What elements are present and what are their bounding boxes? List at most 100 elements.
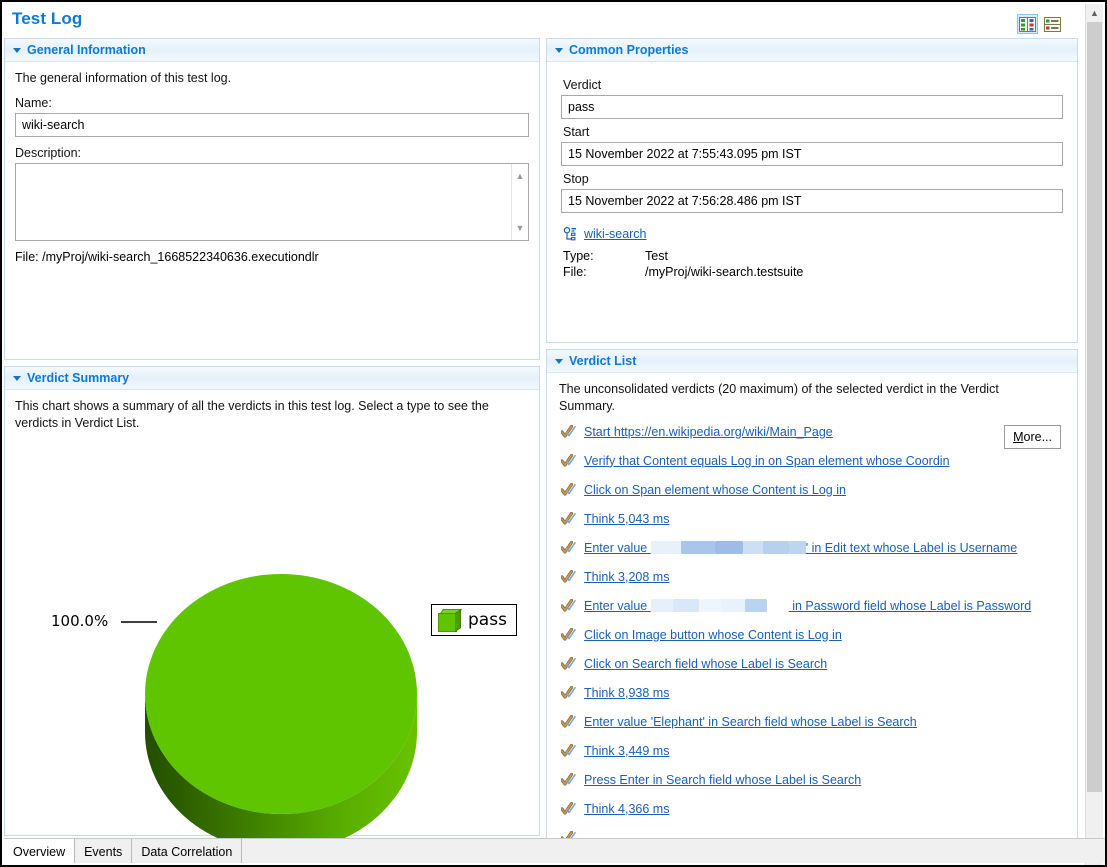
two-column-layout-icon — [1019, 16, 1036, 32]
verdict-summary-title: Verdict Summary — [27, 371, 130, 385]
general-information-header[interactable]: General Information — [5, 39, 539, 62]
legend-label-pass: pass — [468, 610, 507, 630]
verdict-pass-icon — [561, 628, 576, 641]
verdict-list-item[interactable]: Click on Span element whose Content is L… — [559, 475, 1067, 504]
description-scrollbar[interactable]: ▲ ▼ — [511, 164, 528, 240]
collapse-triangle-icon[interactable] — [13, 375, 21, 381]
verdict-list-item[interactable]: Verify that Content equals Log in on Spa… — [559, 446, 1067, 475]
single-column-layout-button[interactable] — [1042, 14, 1063, 34]
common-properties-header[interactable]: Common Properties — [547, 39, 1077, 62]
verdict-list-description: The unconsolidated verdicts (20 maximum)… — [559, 382, 999, 413]
single-column-layout-icon — [1044, 16, 1061, 32]
redacted-value — [650, 540, 681, 554]
tab-events[interactable]: Events — [75, 839, 133, 863]
verdict-link[interactable]: Click on Search field whose Label is Sea… — [584, 657, 827, 671]
verdict-pass-icon — [561, 744, 576, 757]
verdict-pass-icon — [561, 715, 576, 728]
general-information-section: General Information The general informat… — [4, 38, 540, 360]
general-file-label: File: — [15, 250, 39, 264]
general-file-value: /myProj/wiki-search_1668522340636.execut… — [42, 250, 319, 264]
verdict-summary-description: This chart shows a summary of all the ve… — [15, 399, 489, 430]
test-suite-link[interactable]: wiki-search — [584, 227, 647, 241]
type-value: Test — [645, 249, 668, 263]
verdict-link[interactable]: Enter value in Password field whose Labe… — [584, 598, 1031, 613]
verdict-list-item[interactable]: Enter value 'Elephant' in Search field w… — [559, 707, 1067, 736]
stop-input[interactable]: 15 November 2022 at 7:56:28.486 pm IST — [561, 189, 1063, 213]
verdict-pass-icon — [561, 483, 576, 496]
scrollbar-thumb[interactable] — [1087, 22, 1102, 792]
redacted-value — [714, 540, 743, 554]
redacted-value — [720, 598, 745, 612]
scroll-up-icon[interactable]: ▲ — [1086, 4, 1103, 21]
collapse-triangle-icon[interactable] — [13, 47, 21, 53]
verdict-list-item[interactable]: Think 4,366 ms — [559, 794, 1067, 823]
verdict-list-section: Verdict List The unconsolidated verdicts… — [546, 349, 1078, 841]
collapse-triangle-icon[interactable] — [555, 358, 563, 364]
start-label: Start — [563, 125, 590, 139]
general-information-description: The general information of this test log… — [15, 71, 232, 85]
verdict-list-item[interactable]: Think 8,938 ms — [559, 678, 1067, 707]
description-scroll-up-icon[interactable]: ▲ — [512, 168, 528, 184]
verdict-summary-body: This chart shows a summary of all the ve… — [5, 390, 539, 852]
verdict-link[interactable]: Think 4,366 ms — [584, 802, 669, 816]
name-input[interactable]: wiki-search — [15, 113, 529, 137]
verdict-summary-pie-chart[interactable]: 100.0% pass — [15, 432, 529, 852]
page-title: Test Log — [12, 9, 83, 28]
verdict-pass-icon — [561, 570, 576, 583]
redacted-value — [744, 598, 767, 612]
description-label: Description: — [15, 146, 81, 160]
tab-overview[interactable]: Overview — [4, 839, 76, 863]
common-properties-body: Verdict pass Start 15 November 2022 at 7… — [547, 62, 1077, 287]
verdict-link[interactable]: Think 5,043 ms — [584, 512, 669, 526]
verdict-link[interactable]: Click on Image button whose Content is L… — [584, 628, 842, 642]
test-log-window: Test Log ▲ General Information The gener… — [0, 0, 1107, 867]
description-textarea[interactable]: ▲ ▼ — [15, 163, 529, 241]
verdict-list-body: The unconsolidated verdicts (20 maximum)… — [547, 373, 1077, 841]
redacted-value — [672, 598, 699, 612]
verdict-summary-header[interactable]: Verdict Summary — [5, 367, 539, 390]
verdict-list-item[interactable]: Click on Search field whose Label is Sea… — [559, 649, 1067, 678]
verdict-list-item[interactable]: Click on Image button whose Content is L… — [559, 620, 1067, 649]
verdict-link[interactable]: Think 8,938 ms — [584, 686, 669, 700]
verdict-list-item[interactable]: Start https://en.wikipedia.org/wiki/Main… — [559, 417, 1067, 446]
verdict-list-header[interactable]: Verdict List — [547, 350, 1077, 373]
page-vertical-scrollbar[interactable]: ▲ ▼ — [1085, 4, 1103, 865]
general-file-line: File: /myProj/wiki-search_1668522340636.… — [15, 250, 529, 264]
start-input[interactable]: 15 November 2022 at 7:55:43.095 pm IST — [561, 142, 1063, 166]
verdict-summary-section: Verdict Summary This chart shows a summa… — [4, 366, 540, 850]
redacted-value — [680, 540, 715, 554]
verdict-list-item[interactable]: Think 3,208 ms — [559, 562, 1067, 591]
verdict-link[interactable]: Press Enter in Search field whose Label … — [584, 773, 861, 787]
verdict-pass-icon — [561, 454, 576, 467]
name-label: Name: — [15, 96, 52, 110]
chart-legend: pass — [431, 604, 517, 636]
verdict-list-item[interactable]: Enter value in Password field whose Labe… — [559, 591, 1067, 620]
verdict-link[interactable]: Click on Span element whose Content is L… — [584, 483, 846, 497]
type-row: Type: Test — [563, 249, 1063, 263]
verdict-pass-icon — [561, 512, 576, 525]
redacted-value — [762, 540, 789, 554]
description-scroll-down-icon[interactable]: ▼ — [512, 220, 528, 236]
pie-chart-graphic[interactable] — [11, 510, 531, 850]
verdict-link[interactable]: Enter value 'Elephant' in Search field w… — [584, 715, 917, 729]
verdict-link[interactable]: Start https://en.wikipedia.org/wiki/Main… — [584, 425, 833, 439]
verdict-list-item[interactable]: Think 5,043 ms — [559, 504, 1067, 533]
common-file-value: /myProj/wiki-search.testsuite — [645, 265, 804, 279]
verdict-list-item[interactable]: Press Enter in Search field whose Label … — [559, 765, 1067, 794]
tab-data-correlation[interactable]: Data Correlation — [132, 839, 243, 863]
verdict-input[interactable]: pass — [561, 95, 1063, 119]
verdict-list-item[interactable]: Think 3,449 ms — [559, 736, 1067, 765]
test-suite-link-row[interactable]: wiki-search — [563, 227, 1063, 241]
test-suite-icon — [563, 227, 577, 241]
two-column-layout-button[interactable] — [1017, 14, 1038, 34]
verdict-link[interactable]: Think 3,208 ms — [584, 570, 669, 584]
collapse-triangle-icon[interactable] — [555, 47, 563, 53]
verdict-link[interactable]: Enter value ' in Edit text whose Label i… — [584, 540, 1017, 555]
redacted-value — [766, 598, 789, 612]
more-button[interactable]: More... — [1004, 425, 1061, 449]
verdict-link[interactable]: Think 3,449 ms — [584, 744, 669, 758]
legend-swatch-pass — [438, 608, 463, 633]
verdict-list-item[interactable]: Enter value ' in Edit text whose Label i… — [559, 533, 1067, 562]
verdict-link[interactable]: Verify that Content equals Log in on Spa… — [584, 454, 950, 468]
general-information-title: General Information — [27, 43, 146, 57]
